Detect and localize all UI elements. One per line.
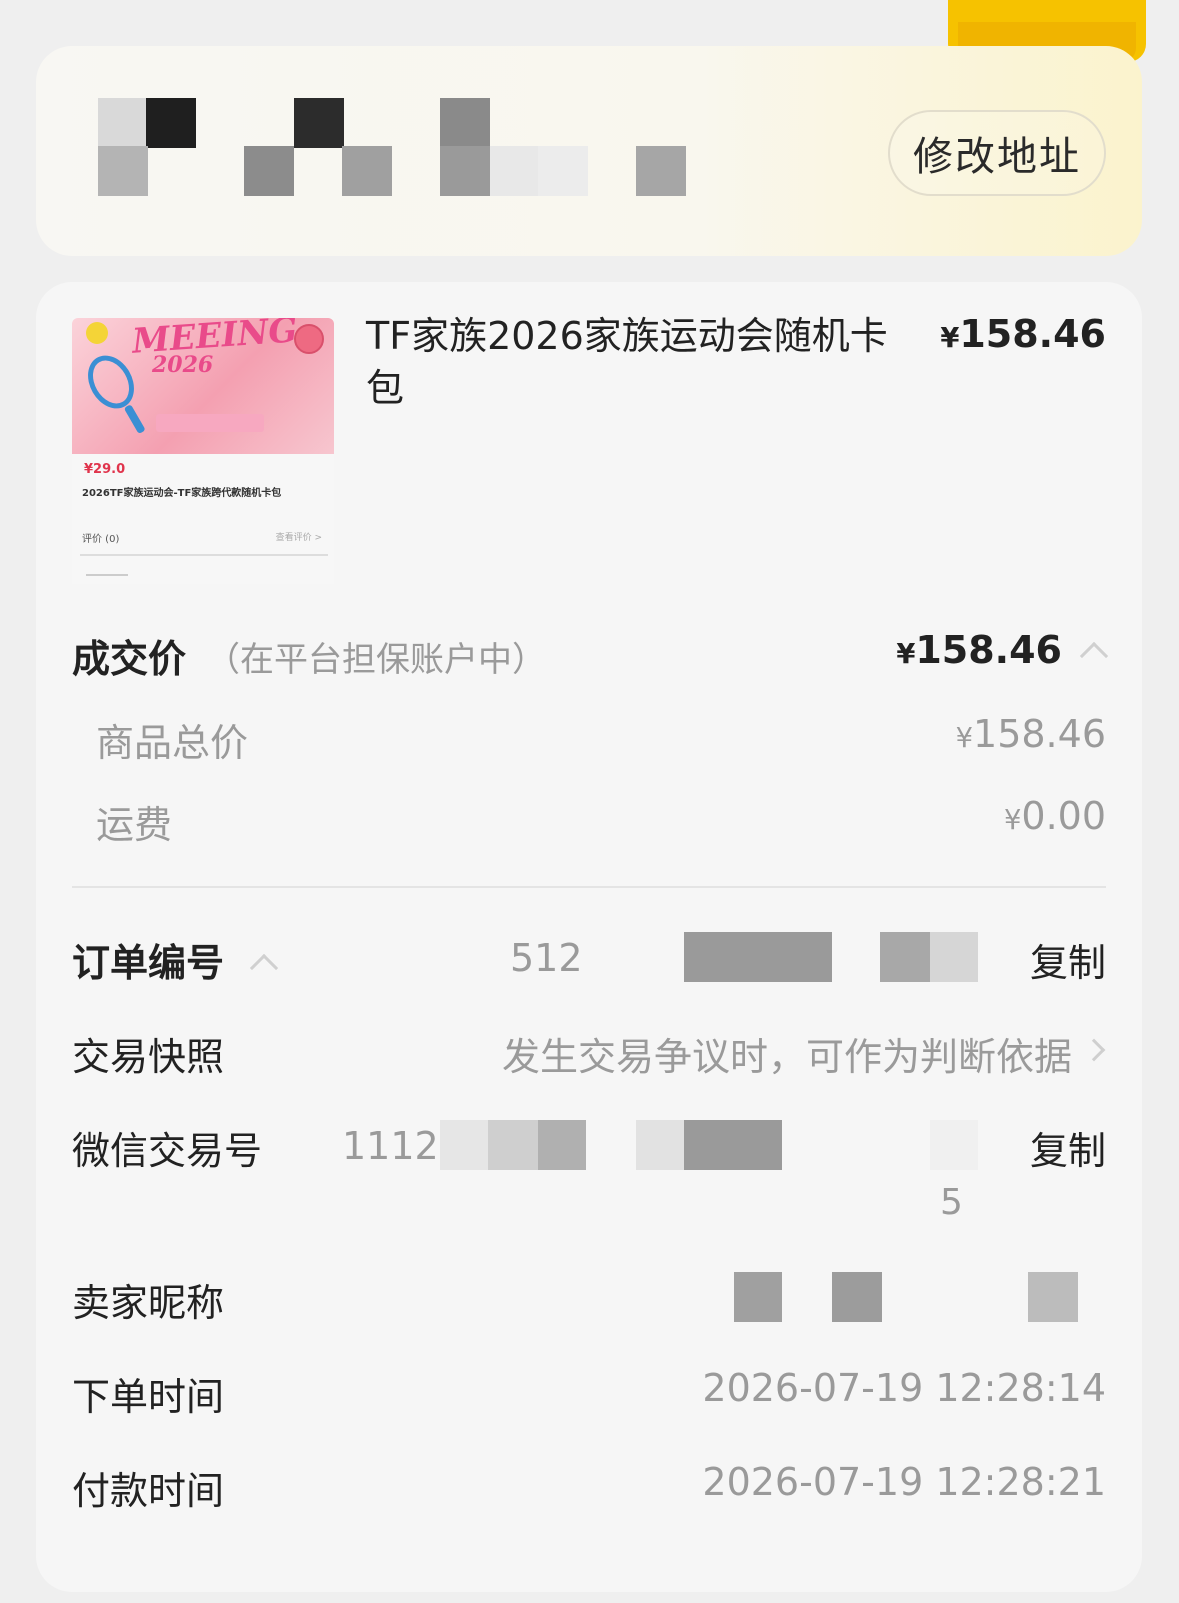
- copy-order-number-button[interactable]: 复制: [1030, 932, 1106, 987]
- deal-price-value: 158.46: [915, 628, 1062, 672]
- chevron-up-icon[interactable]: [1079, 641, 1109, 671]
- redacted-address-block: [294, 98, 344, 148]
- redacted-order-number: [684, 932, 832, 982]
- thumb-divider: [80, 554, 328, 556]
- redacted-trade-number: [930, 1120, 978, 1170]
- product-cover-art: MEEING 2026: [72, 318, 334, 454]
- seller-nickname-row: 卖家昵称: [72, 1272, 1106, 1332]
- currency-symbol: ¥: [1003, 805, 1022, 836]
- thumb-review-link: 查看评价 >: [275, 533, 322, 543]
- trade-snapshot-row[interactable]: 交易快照 发生交易争议时，可作为判断依据: [72, 1026, 1106, 1086]
- trade-snapshot-hint: 发生交易争议时，可作为判断依据: [501, 1035, 1072, 1079]
- redacted-order-number: [930, 932, 978, 982]
- redacted-seller-nickname: [734, 1272, 782, 1322]
- redacted-address-block: [98, 98, 148, 148]
- shipping-fee-value: ¥0.00: [1004, 794, 1106, 838]
- goods-total-amount: 158.46: [973, 712, 1106, 756]
- thumb-banner: [156, 414, 264, 432]
- thumb-price: ¥29.0: [84, 462, 126, 477]
- redacted-seller-nickname: [1028, 1272, 1078, 1322]
- goods-total-label: 商品总价: [96, 721, 249, 765]
- currency-symbol: ¥: [896, 639, 916, 670]
- deal-price-note: （在平台担保账户中）: [206, 640, 546, 680]
- order-number-label: 订单编号: [72, 941, 225, 985]
- order-number-row: 订单编号 512 复制: [72, 932, 1106, 992]
- deal-price-row[interactable]: 成交价 （在平台担保账户中） ¥158.46: [72, 622, 1109, 682]
- wechat-trade-number-row: 微信交易号 11120 复制: [72, 1120, 1106, 1180]
- redacted-order-number: [880, 932, 930, 982]
- redacted-address-block: [440, 98, 490, 148]
- redacted-seller-nickname: [832, 1272, 882, 1322]
- copy-wechat-trade-number-button[interactable]: 复制: [1030, 1120, 1106, 1175]
- redacted-trade-number: [538, 1120, 586, 1170]
- redacted-address-block: [538, 146, 588, 196]
- redacted-address-block: [636, 146, 686, 196]
- order-number-partial: 512: [510, 936, 583, 980]
- product-name[interactable]: TF家族2026家族运动会随机卡包: [366, 310, 896, 414]
- trade-snapshot-label: 交易快照: [72, 1035, 225, 1079]
- address-card[interactable]: 修改地址: [36, 46, 1142, 256]
- redacted-address-block: [146, 98, 196, 148]
- thumb-divider: [86, 574, 128, 576]
- shipping-fee-row: 运费 ¥0.00: [96, 794, 1106, 854]
- edit-address-button[interactable]: 修改地址: [888, 110, 1106, 196]
- wechat-trade-number-tail: 5: [940, 1182, 963, 1223]
- deal-price-label: 成交价: [72, 637, 187, 681]
- payment-time-label: 付款时间: [72, 1469, 225, 1513]
- currency-symbol: ¥: [955, 723, 974, 754]
- redacted-address-block: [244, 146, 294, 196]
- redacted-trade-number: [636, 1120, 684, 1170]
- redacted-trade-number: [684, 1120, 782, 1170]
- product-price: ¥158.46: [940, 312, 1106, 356]
- basketball-icon: [294, 324, 324, 354]
- redacted-address-block: [98, 146, 148, 196]
- deal-price-amount: ¥158.46: [896, 628, 1062, 672]
- currency-symbol: ¥: [940, 323, 960, 354]
- redacted-trade-number: [440, 1120, 488, 1170]
- product-thumbnail[interactable]: MEEING 2026 ¥29.0 2026TF家族运动会-TF家族跨代款随机卡…: [72, 318, 334, 584]
- shipping-fee-amount: 0.00: [1021, 794, 1106, 838]
- goods-total-value: ¥158.46: [956, 712, 1106, 756]
- redacted-address-block: [440, 146, 490, 196]
- section-divider: [72, 886, 1106, 888]
- order-time-row: 下单时间 2026-07-19 12:28:14: [72, 1366, 1106, 1426]
- wechat-trade-number-label: 微信交易号: [72, 1129, 263, 1173]
- chevron-right-icon: [1082, 1038, 1106, 1062]
- thumb-year: 2026: [152, 352, 214, 378]
- thumb-title: 2026TF家族运动会-TF家族跨代款随机卡包: [82, 488, 282, 499]
- product-price-value: 158.46: [959, 312, 1106, 356]
- chevron-up-icon[interactable]: [249, 953, 279, 983]
- order-time-label: 下单时间: [72, 1375, 225, 1419]
- goods-total-row: 商品总价 ¥158.46: [96, 712, 1106, 772]
- payment-time-value: 2026-07-19 12:28:21: [702, 1460, 1106, 1504]
- sun-icon: [86, 322, 108, 344]
- redacted-address-block: [342, 146, 392, 196]
- redacted-trade-number: [488, 1120, 538, 1170]
- seller-nickname-label: 卖家昵称: [72, 1281, 225, 1325]
- order-time-value: 2026-07-19 12:28:14: [702, 1366, 1106, 1410]
- shipping-fee-label: 运费: [96, 803, 173, 847]
- payment-time-row: 付款时间 2026-07-19 12:28:21: [72, 1460, 1106, 1520]
- redacted-address-block: [490, 146, 540, 196]
- thumb-review: 评价 (0): [82, 534, 120, 545]
- order-detail-card: MEEING 2026 ¥29.0 2026TF家族运动会-TF家族跨代款随机卡…: [36, 282, 1142, 1592]
